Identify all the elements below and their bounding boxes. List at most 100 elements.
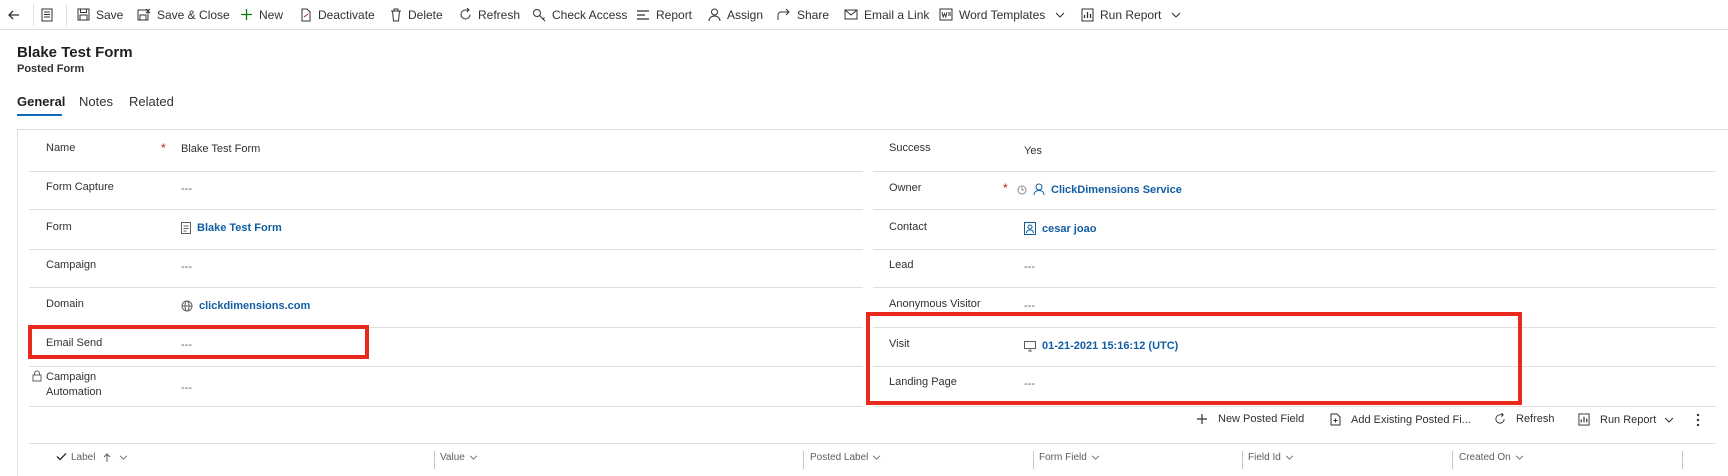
new-posted-field-button[interactable]: New Posted Field bbox=[1196, 413, 1304, 425]
deactivate-button[interactable]: Deactivate bbox=[300, 0, 375, 29]
assign-button[interactable]: Assign bbox=[708, 0, 763, 29]
tab-related[interactable]: Related bbox=[129, 94, 174, 109]
subgrid-refresh-label: Refresh bbox=[1516, 413, 1555, 425]
report-button[interactable]: Report bbox=[636, 0, 692, 29]
person-icon bbox=[708, 8, 721, 21]
chevron-down-icon bbox=[873, 455, 881, 460]
check-access-button[interactable]: Check Access bbox=[532, 0, 627, 29]
tab-general[interactable]: General bbox=[17, 94, 65, 109]
column-header-text: Created On bbox=[1459, 452, 1511, 463]
email-icon bbox=[844, 9, 858, 20]
row-divider bbox=[29, 366, 863, 367]
row-divider bbox=[29, 209, 863, 210]
row-divider bbox=[873, 287, 1716, 288]
form-lookup-text: Blake Test Form bbox=[197, 222, 282, 234]
contact-lookup-text: cesar joao bbox=[1042, 222, 1097, 235]
lead-field[interactable]: --- bbox=[1024, 261, 1035, 273]
contact-card-icon bbox=[1024, 222, 1036, 235]
chevron-down-icon bbox=[1664, 417, 1674, 423]
column-header-posted-label[interactable]: Posted Label bbox=[810, 452, 881, 463]
tab-notes[interactable]: Notes bbox=[79, 94, 113, 109]
column-separator bbox=[803, 451, 804, 469]
delete-button[interactable]: Delete bbox=[390, 0, 443, 29]
select-all-checkbox[interactable] bbox=[52, 452, 67, 461]
domain-lookup-link[interactable]: clickdimensions.com bbox=[181, 300, 310, 312]
form-record-icon bbox=[181, 222, 191, 234]
field-label-anonymous-visitor: Anonymous Visitor bbox=[889, 298, 981, 310]
success-field[interactable]: Yes bbox=[1024, 145, 1042, 157]
column-header-form-field[interactable]: Form Field bbox=[1039, 452, 1100, 463]
campaign-field[interactable]: --- bbox=[181, 261, 192, 273]
word-icon bbox=[939, 8, 953, 21]
deactivate-icon bbox=[301, 8, 311, 21]
back-button[interactable] bbox=[6, 0, 28, 29]
field-label-form: Form bbox=[46, 221, 72, 233]
field-label-line: Automation bbox=[46, 386, 102, 398]
command-bar: Save Save & Close New Deactivate Delete … bbox=[0, 0, 1728, 30]
word-templates-button[interactable]: Word Templates bbox=[939, 0, 1065, 29]
field-label-line: Campaign bbox=[46, 371, 97, 383]
refresh-label: Refresh bbox=[478, 7, 521, 22]
save-close-icon bbox=[137, 8, 151, 21]
owner-lookup-link[interactable]: ClickDimensions Service bbox=[1033, 183, 1182, 196]
field-label-name: Name bbox=[46, 142, 76, 154]
field-label-campaign-automation: Campaign Automation bbox=[46, 370, 102, 400]
more-commands-button[interactable] bbox=[1696, 413, 1710, 427]
save-close-button[interactable]: Save & Close bbox=[137, 0, 230, 29]
plus-icon bbox=[1197, 414, 1207, 424]
check-access-label: Check Access bbox=[552, 7, 628, 22]
refresh-button[interactable]: Refresh bbox=[459, 0, 520, 29]
entity-subtitle: Posted Form bbox=[17, 63, 85, 75]
chevron-down-icon bbox=[1515, 455, 1523, 460]
form-selector-button[interactable] bbox=[40, 0, 60, 29]
checkmark-icon bbox=[56, 453, 67, 461]
field-label-lead: Lead bbox=[889, 259, 914, 271]
domain-lookup-text: clickdimensions.com bbox=[199, 300, 311, 312]
field-label-success: Success bbox=[889, 142, 931, 154]
more-icon bbox=[1696, 413, 1700, 427]
column-header-text: Label bbox=[71, 452, 96, 463]
name-field[interactable]: Blake Test Form bbox=[181, 143, 260, 155]
delete-label: Delete bbox=[408, 7, 443, 22]
globe-icon bbox=[181, 300, 193, 312]
run-report-icon bbox=[1081, 8, 1094, 21]
row-divider bbox=[29, 406, 863, 407]
deactivate-label: Deactivate bbox=[318, 7, 375, 22]
page-title: Blake Test Form bbox=[17, 44, 133, 61]
row-divider bbox=[873, 249, 1716, 250]
row-divider bbox=[29, 171, 863, 172]
subgrid-refresh-button[interactable]: Refresh bbox=[1494, 413, 1555, 425]
separator bbox=[66, 4, 67, 26]
campaign-automation-field: --- bbox=[181, 382, 192, 394]
email-link-button[interactable]: Email a Link bbox=[844, 0, 929, 29]
contact-lookup-link[interactable]: cesar joao bbox=[1024, 222, 1096, 235]
save-icon bbox=[77, 8, 90, 21]
run-report-button[interactable]: Run Report bbox=[1081, 0, 1181, 29]
new-label: New bbox=[259, 7, 284, 22]
column-separator bbox=[1033, 451, 1034, 469]
save-button[interactable]: Save bbox=[77, 0, 123, 29]
share-button[interactable]: Share bbox=[777, 0, 829, 29]
person-icon bbox=[1033, 183, 1045, 196]
add-existing-icon bbox=[1330, 413, 1341, 426]
form-lookup-link[interactable]: Blake Test Form bbox=[181, 222, 282, 234]
column-header-created-on[interactable]: Created On bbox=[1459, 452, 1524, 463]
form-capture-field[interactable]: --- bbox=[181, 183, 192, 195]
anonymous-visitor-field[interactable]: --- bbox=[1024, 300, 1035, 312]
column-header-text: Field Id bbox=[1248, 452, 1281, 463]
column-header-label[interactable]: Label bbox=[71, 452, 128, 463]
column-header-text: Value bbox=[440, 452, 465, 463]
subgrid-divider bbox=[29, 443, 1716, 444]
column-header-value[interactable]: Value bbox=[440, 452, 478, 463]
active-tab-indicator bbox=[17, 114, 62, 116]
new-button[interactable]: New bbox=[240, 0, 283, 29]
column-separator bbox=[434, 451, 435, 469]
plus-icon bbox=[241, 9, 252, 20]
add-existing-posted-field-button[interactable]: Add Existing Posted Fi... bbox=[1330, 413, 1471, 426]
subgrid-run-report-button[interactable]: Run Report bbox=[1578, 413, 1674, 426]
required-indicator: * bbox=[161, 141, 166, 155]
column-header-field-id[interactable]: Field Id bbox=[1248, 452, 1294, 463]
subgrid-run-report-label: Run Report bbox=[1600, 413, 1657, 426]
column-separator bbox=[1452, 451, 1453, 469]
email-link-label: Email a Link bbox=[864, 7, 930, 22]
